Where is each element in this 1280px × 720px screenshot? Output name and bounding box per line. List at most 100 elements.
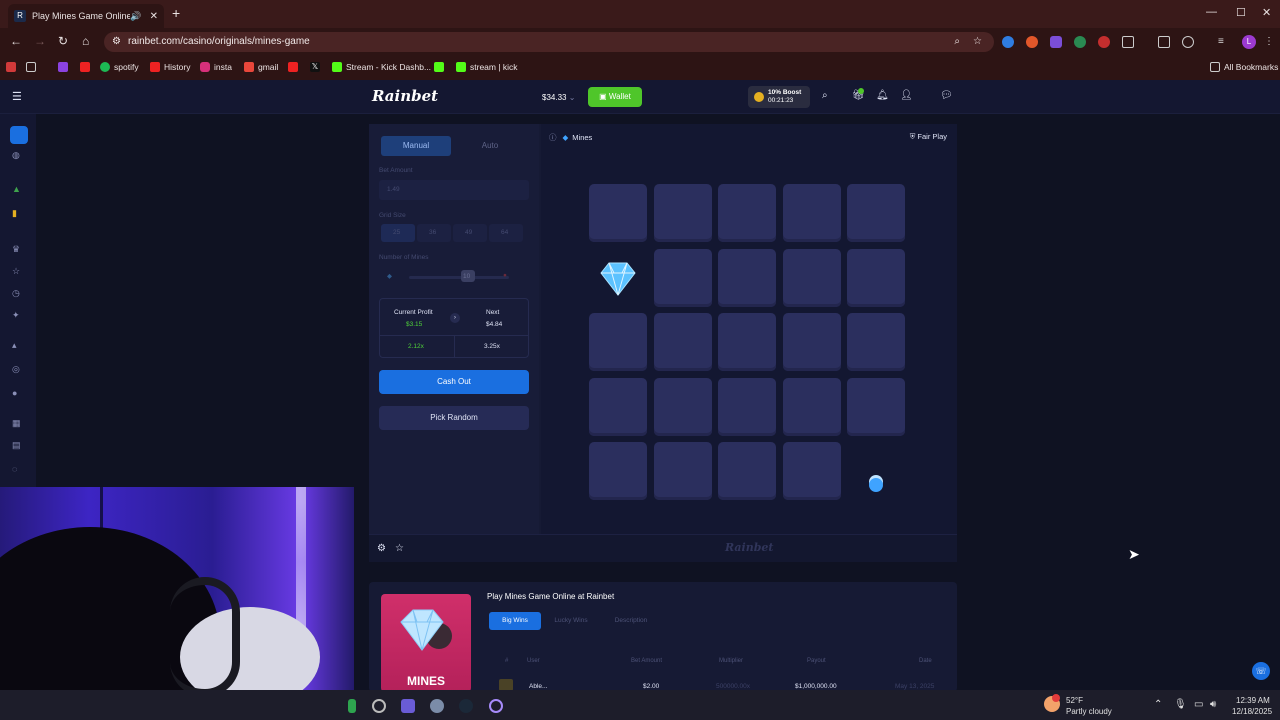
- grid-size-option-49[interactable]: 49: [453, 224, 487, 242]
- mine-tile-hidden[interactable]: [653, 313, 712, 371]
- profile-avatar[interactable]: L: [1242, 35, 1256, 49]
- mine-tile-hidden[interactable]: [847, 377, 905, 436]
- tab-lucky-wins[interactable]: Lucky Wins: [545, 612, 597, 630]
- tab-description[interactable]: Description: [605, 612, 657, 630]
- cash-out-button[interactable]: Cash Out: [379, 370, 529, 394]
- mine-tile-hidden[interactable]: [589, 377, 647, 436]
- close-window-icon[interactable]: ✕: [1262, 6, 1271, 19]
- boost-badge[interactable]: 10% Boost 00:21:23: [748, 86, 810, 108]
- mines-slider-handle[interactable]: 10: [461, 270, 475, 282]
- row-user[interactable]: Able...: [529, 683, 547, 690]
- casino-icon[interactable]: [10, 126, 28, 144]
- bookmark-spotify[interactable]: spotify: [100, 62, 139, 72]
- search-icon[interactable]: ⌕: [822, 90, 828, 101]
- reading-list-icon[interactable]: ≡: [1218, 36, 1230, 48]
- home-icon[interactable]: ⌂: [82, 34, 89, 48]
- sports-icon[interactable]: ◍: [12, 150, 20, 161]
- apps-grid-icon[interactable]: [26, 62, 36, 72]
- mine-tile-hidden[interactable]: [718, 377, 776, 436]
- tray-chevron-up-icon[interactable]: ⌃: [1154, 699, 1162, 710]
- mine-tile-hidden[interactable]: [782, 313, 841, 371]
- bookmark-gmail[interactable]: gmail: [244, 62, 278, 72]
- ticket-icon[interactable]: ▮: [12, 208, 17, 219]
- mine-tile-loading[interactable]: [847, 442, 905, 500]
- mine-tile-hidden[interactable]: [782, 377, 841, 436]
- bookmark-insta[interactable]: insta: [200, 62, 232, 72]
- mine-tile-hidden[interactable]: [782, 184, 841, 242]
- mine-tile-hidden[interactable]: [653, 184, 712, 242]
- settings-gear-icon[interactable]: ⚙: [377, 543, 386, 554]
- sync-icon[interactable]: [1182, 36, 1194, 48]
- back-icon[interactable]: ←: [10, 34, 22, 48]
- tab-manual[interactable]: Manual: [381, 136, 451, 156]
- bell-icon[interactable]: 🔔︎: [876, 90, 889, 101]
- star-icon[interactable]: ☆: [12, 266, 20, 277]
- hamburger-menu-icon[interactable]: ☰: [12, 90, 22, 103]
- mine-tile-hidden[interactable]: [718, 442, 776, 500]
- pick-random-button[interactable]: Pick Random: [379, 406, 529, 430]
- extension-orange-icon[interactable]: [1026, 36, 1038, 48]
- mine-tile-hidden[interactable]: [589, 184, 647, 242]
- speaker-icon[interactable]: 🔊: [130, 11, 141, 22]
- user-icon[interactable]: 👤︎: [900, 90, 913, 101]
- reload-icon[interactable]: ↻: [58, 34, 68, 48]
- bookmark-stream-kick[interactable]: stream | kick: [456, 62, 518, 72]
- tab-big-wins[interactable]: Big Wins: [489, 612, 541, 630]
- mine-tile-hidden[interactable]: [653, 442, 712, 500]
- mine-tile-hidden[interactable]: [589, 313, 647, 371]
- history-icon[interactable]: ◷: [12, 288, 20, 299]
- taskbar-app-icon[interactable]: [348, 699, 356, 713]
- mines-slider[interactable]: [409, 276, 509, 279]
- rainbet-logo[interactable]: Rainbet: [372, 87, 438, 105]
- taskbar-obs-icon[interactable]: [489, 699, 503, 713]
- taskbar-clock-app-icon[interactable]: [372, 699, 386, 713]
- close-tab-icon[interactable]: ✕: [150, 11, 158, 22]
- bookmark-history[interactable]: History: [150, 62, 190, 72]
- mine-tile-hidden[interactable]: [782, 442, 841, 500]
- cast-icon[interactable]: [1158, 36, 1170, 48]
- chat-icon[interactable]: 💬︎: [940, 90, 953, 101]
- live-icon[interactable]: ◎: [12, 364, 20, 375]
- youtube-bookmark-icon[interactable]: [288, 62, 298, 72]
- mine-tile-gem[interactable]: [589, 249, 647, 307]
- originals-icon[interactable]: ✦: [12, 310, 20, 321]
- taskbar-settings-icon[interactable]: [430, 699, 444, 713]
- balance-display[interactable]: $34.33 ⌄: [536, 88, 582, 108]
- bet-amount-input[interactable]: 1.49: [379, 180, 529, 200]
- mine-tile-hidden[interactable]: [589, 442, 647, 500]
- mine-tile-hidden[interactable]: [847, 313, 905, 371]
- mine-tile-hidden[interactable]: [782, 248, 841, 307]
- mine-tile-hidden[interactable]: [653, 377, 712, 436]
- extension-green-icon[interactable]: [1074, 36, 1086, 48]
- zoom-icon[interactable]: ⌕: [954, 32, 960, 52]
- mine-tile-hidden[interactable]: [718, 184, 776, 242]
- bookmark-star-icon[interactable]: ☆: [973, 32, 982, 52]
- taskbar-gamepad-icon[interactable]: [401, 699, 415, 713]
- clock-date[interactable]: 12/18/2025: [1232, 707, 1272, 716]
- site-info-icon[interactable]: ⚙: [112, 32, 121, 52]
- kick-bookmark-icon[interactable]: [434, 62, 444, 72]
- games-icon[interactable]: ●: [12, 388, 17, 398]
- support-icon[interactable]: ◌: [12, 464, 17, 474]
- extension-twitch-icon[interactable]: [1050, 36, 1062, 48]
- taskbar-steam-icon[interactable]: [459, 699, 473, 713]
- mine-tile-hidden[interactable]: [847, 248, 905, 307]
- mine-tile-hidden[interactable]: [718, 248, 776, 307]
- extension-red-icon[interactable]: [1098, 36, 1110, 48]
- wallet-button[interactable]: ▣ Wallet: [588, 87, 642, 107]
- url-input[interactable]: ⚙ rainbet.com/casino/originals/mines-gam…: [104, 32, 994, 52]
- youtube-bookmark-icon[interactable]: [80, 62, 90, 72]
- menu-kebab-icon[interactable]: ⋮: [1264, 36, 1276, 48]
- extension-shield-icon[interactable]: [1002, 36, 1014, 48]
- bookmark-red-icon[interactable]: [6, 62, 16, 72]
- mine-tile-hidden[interactable]: [718, 313, 776, 371]
- volume-icon[interactable]: 🔊︎: [1210, 699, 1216, 710]
- support-chat-icon[interactable]: ☏: [1252, 662, 1270, 680]
- fair-play-link[interactable]: ⛨ Fair Play: [910, 132, 947, 142]
- microphone-icon[interactable]: 🎙︎: [1174, 699, 1187, 710]
- crown-icon[interactable]: ♛: [12, 244, 20, 255]
- slots-icon[interactable]: ▴: [12, 340, 17, 351]
- clock-time[interactable]: 12:39 AM: [1236, 696, 1270, 705]
- mine-tile-hidden[interactable]: [847, 184, 905, 242]
- favorite-star-icon[interactable]: ☆: [395, 543, 404, 554]
